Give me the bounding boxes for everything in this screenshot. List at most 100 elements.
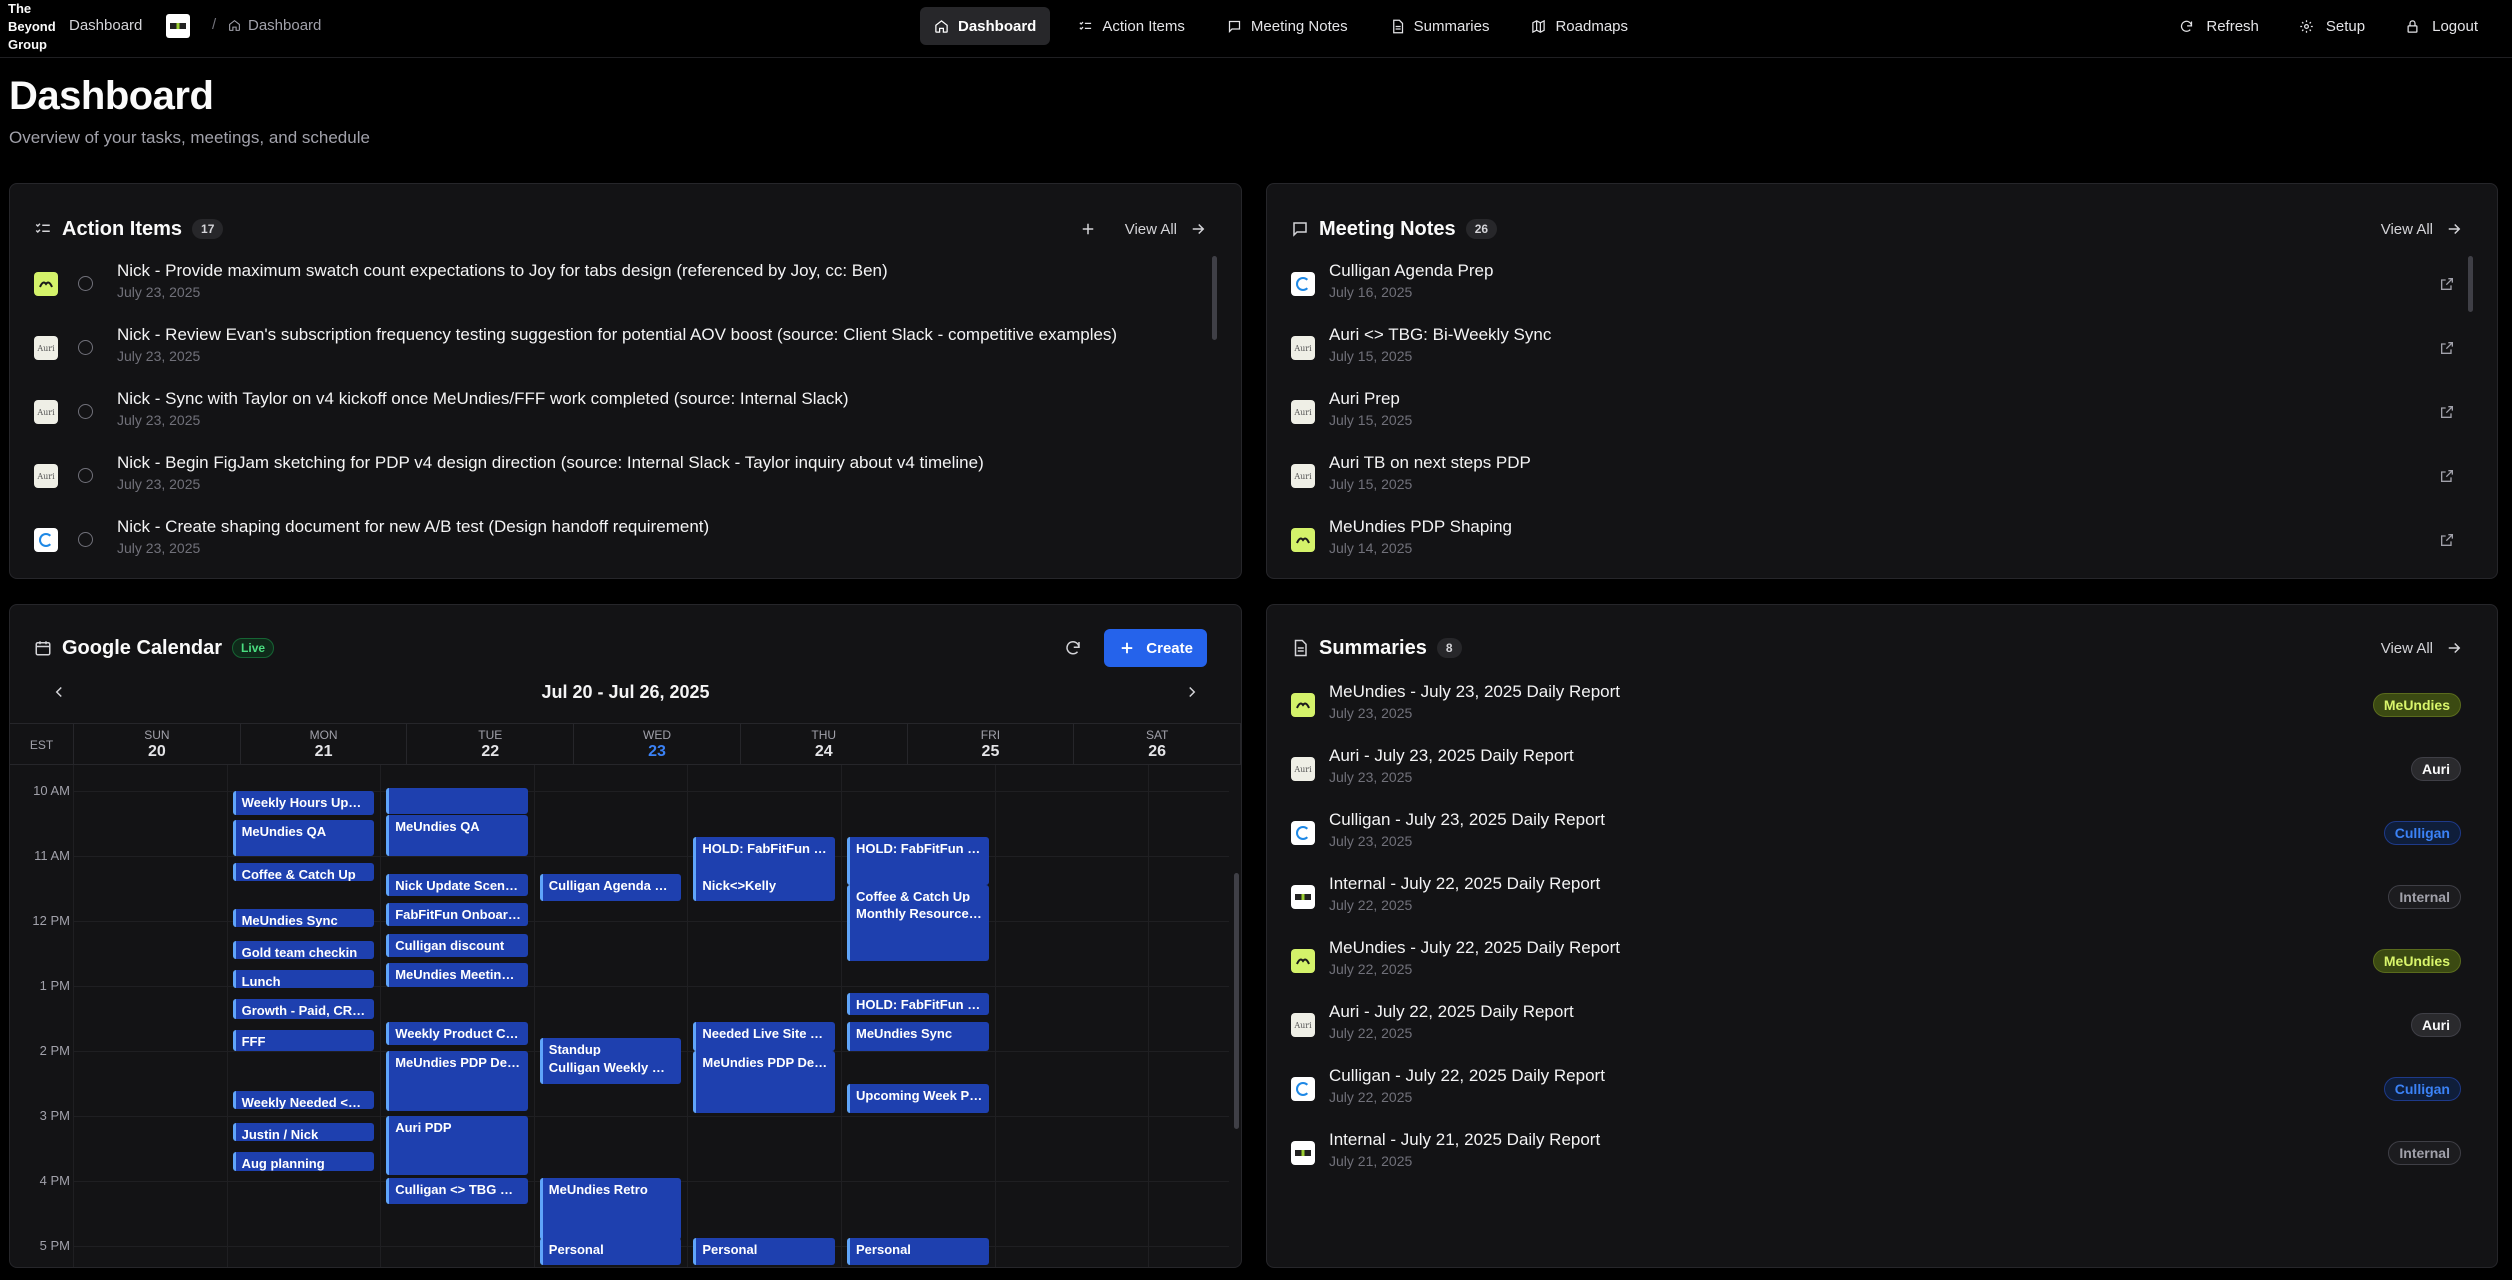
calendar-event[interactable]: Culligan Weekly Mee...: [539, 1055, 682, 1084]
item-title[interactable]: Culligan Agenda Prep: [1329, 260, 1493, 282]
item-title[interactable]: Culligan - July 22, 2025 Daily Report: [1329, 1065, 1605, 1087]
external-link-icon[interactable]: [2439, 532, 2455, 548]
view-all-button[interactable]: View All: [1125, 220, 1207, 238]
calendar-event[interactable]: MeUndies Sync: [232, 909, 375, 928]
calendar-grid[interactable]: 10 AM 11 AM 12 PM 1 PM 2 PM 3 PM 4 PM 5 PM Weekl…: [10, 765, 1229, 1267]
calendar-event[interactable]: Needed Live Site QA ...: [693, 1021, 835, 1051]
client-logo[interactable]: [166, 14, 190, 38]
calendar-event[interactable]: HOLD: FabFitFun Sta...: [847, 992, 989, 1016]
action-item-row[interactable]: Nick - Create shaping document for new A…: [34, 512, 1207, 558]
calendar-event[interactable]: Personal: [847, 1238, 989, 1266]
summary-row[interactable]: MeUndies - July 23, 2025 Daily Report Jul…: [1291, 677, 2465, 741]
item-title[interactable]: Culligan - July 23, 2025 Daily Report: [1329, 809, 1605, 831]
calendar-event[interactable]: Personal: [693, 1238, 835, 1266]
complete-checkbox[interactable]: [78, 276, 93, 291]
calendar-event[interactable]: HOLD: FabFitFun Sta...: [847, 836, 989, 886]
calendar-event[interactable]: Growth - Paid, CRM, ...: [232, 999, 375, 1019]
summary-row[interactable]: Internal - July 22, 2025 Daily Report Jul…: [1291, 869, 2465, 933]
calendar-event[interactable]: Upcoming Week Prio...: [847, 1083, 989, 1113]
item-title[interactable]: Nick - Sync with Taylor on v4 kickoff on…: [117, 388, 849, 410]
action-item-row[interactable]: Auri Nick - Review Evan's subscription fr…: [34, 320, 1207, 384]
nav-dashboard[interactable]: Dashboard: [920, 7, 1051, 45]
calendar-event[interactable]: FFF: [232, 1030, 375, 1051]
item-title[interactable]: Auri Prep: [1329, 388, 1412, 410]
item-title[interactable]: Internal - July 21, 2025 Daily Report: [1329, 1129, 1600, 1151]
calendar-event[interactable]: MeUndies PDP Desig...: [693, 1051, 835, 1113]
calendar-event[interactable]: MeUndies QA: [232, 820, 375, 856]
summary-row[interactable]: Culligan - July 22, 2025 Daily Report Jul…: [1291, 1061, 2465, 1125]
calendar-event[interactable]: Aug planning: [232, 1151, 375, 1172]
calendar-event[interactable]: Weekly Hours Update: [232, 791, 375, 816]
calendar-event[interactable]: Lunch: [232, 969, 375, 988]
item-title[interactable]: Auri - July 23, 2025 Daily Report: [1329, 745, 1574, 767]
item-title[interactable]: Nick - Create shaping document for new A…: [117, 516, 709, 538]
complete-checkbox[interactable]: [78, 532, 93, 547]
calendar-event[interactable]: Weekly Needed <> T...: [232, 1091, 375, 1110]
scrollbar[interactable]: [1234, 873, 1239, 1129]
calendar-event[interactable]: MeUndies PDP Desig...: [386, 1051, 528, 1111]
calendar-event[interactable]: Auri PDP: [386, 1116, 528, 1175]
calendar-event[interactable]: Monthly Resource Pl...: [847, 901, 989, 925]
calendar-event[interactable]: Justin / Nick: [232, 1122, 375, 1141]
item-title[interactable]: MeUndies - July 22, 2025 Daily Report: [1329, 937, 1620, 959]
external-link-icon[interactable]: [2439, 276, 2455, 292]
summary-row[interactable]: MeUndies - July 22, 2025 Daily Report Jul…: [1291, 933, 2465, 997]
logout-button[interactable]: Logout: [2395, 7, 2488, 45]
calendar-event[interactable]: MeUndies QA: [386, 815, 528, 856]
item-title[interactable]: Auri - July 22, 2025 Daily Report: [1329, 1001, 1574, 1023]
breadcrumb-root[interactable]: Dashboard: [69, 17, 142, 34]
action-item-row[interactable]: Auri Nick - Sync with Taylor on v4 kickof…: [34, 384, 1207, 448]
refresh-button[interactable]: Refresh: [2169, 7, 2269, 45]
calendar-event[interactable]: MeUndies Meeting N...: [386, 963, 528, 988]
nav-roadmaps[interactable]: Roadmaps: [1517, 7, 1642, 45]
item-title[interactable]: MeUndies PDP Shaping: [1329, 516, 1512, 538]
refresh-icon[interactable]: [1064, 639, 1082, 657]
item-title[interactable]: Auri <> TBG: Bi-Weekly Sync: [1329, 324, 1551, 346]
item-title[interactable]: Nick - Begin FigJam sketching for PDP v4…: [117, 452, 984, 474]
nav-summaries[interactable]: Summaries: [1376, 7, 1504, 45]
calendar-event[interactable]: Personal: [539, 1238, 682, 1266]
summary-row[interactable]: Auri Auri - July 23, 2025 Daily Report Jul…: [1291, 741, 2465, 805]
view-all-button[interactable]: View All: [2381, 639, 2463, 657]
summary-row[interactable]: Auri Auri - July 22, 2025 Daily Report Jul…: [1291, 997, 2465, 1061]
meeting-note-row[interactable]: Auri Auri Prep July 15, 2025: [1291, 384, 2463, 448]
calendar-event[interactable]: [386, 787, 528, 814]
setup-button[interactable]: Setup: [2289, 7, 2375, 45]
calendar-event[interactable]: FabFitFun Onboardin...: [386, 902, 528, 927]
complete-checkbox[interactable]: [78, 468, 93, 483]
scrollbar[interactable]: [2468, 256, 2473, 312]
calendar-event[interactable]: Culligan <> TBG Q3 ...: [386, 1177, 528, 1204]
nav-action-items[interactable]: Action Items: [1064, 7, 1199, 45]
plus-icon[interactable]: [1079, 220, 1097, 238]
meeting-note-row[interactable]: Culligan Agenda Prep July 16, 2025: [1291, 256, 2463, 320]
action-item-row[interactable]: Auri Nick - Begin FigJam sketching for PD…: [34, 448, 1207, 512]
calendar-event[interactable]: Nick Update Scent S...: [386, 873, 528, 897]
item-title[interactable]: Internal - July 22, 2025 Daily Report: [1329, 873, 1600, 895]
calendar-event[interactable]: MeUndies Sync: [847, 1021, 989, 1051]
complete-checkbox[interactable]: [78, 340, 93, 355]
item-title[interactable]: Auri TB on next steps PDP: [1329, 452, 1531, 474]
complete-checkbox[interactable]: [78, 404, 93, 419]
brand-logo[interactable]: The Beyond Group: [8, 0, 60, 54]
nav-meeting-notes[interactable]: Meeting Notes: [1213, 7, 1362, 45]
item-title[interactable]: MeUndies - July 23, 2025 Daily Report: [1329, 681, 1620, 703]
calendar-event[interactable]: MeUndies Retro: [539, 1177, 682, 1240]
scrollbar[interactable]: [1212, 256, 1217, 340]
external-link-icon[interactable]: [2439, 468, 2455, 484]
calendar-event[interactable]: Culligan discount: [386, 934, 528, 957]
calendar-event[interactable]: Coffee & Catch Up: [232, 862, 375, 881]
chevron-right-icon[interactable]: [1183, 683, 1201, 701]
summary-row[interactable]: Internal - July 21, 2025 Daily Report Jul…: [1291, 1125, 2465, 1189]
create-event-button[interactable]: Create: [1104, 629, 1207, 667]
external-link-icon[interactable]: [2439, 404, 2455, 420]
calendar-event[interactable]: Weekly Product Che...: [386, 1021, 528, 1045]
calendar-event[interactable]: Nick<>Kelly: [693, 873, 835, 902]
item-title[interactable]: Nick - Review Evan's subscription freque…: [117, 324, 1117, 346]
meeting-note-row[interactable]: Auri Auri TB on next steps PDP July 15, 20…: [1291, 448, 2463, 512]
item-title[interactable]: Nick - Provide maximum swatch count expe…: [117, 260, 888, 282]
chevron-left-icon[interactable]: [50, 683, 68, 701]
meeting-note-row[interactable]: Auri Auri <> TBG: Bi-Weekly Sync July 15, …: [1291, 320, 2463, 384]
view-all-button[interactable]: View All: [2381, 220, 2463, 238]
summary-row[interactable]: Culligan - July 23, 2025 Daily Report Jul…: [1291, 805, 2465, 869]
calendar-event[interactable]: Culligan Agenda Prep: [539, 873, 682, 902]
